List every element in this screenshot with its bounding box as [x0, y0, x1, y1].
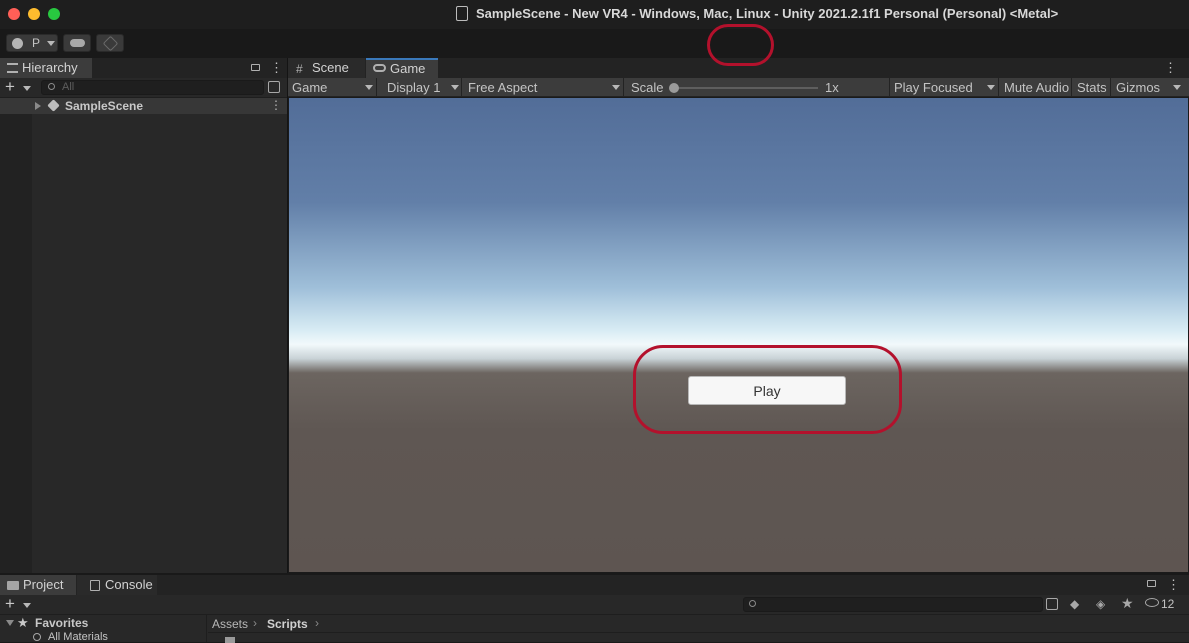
display-label: Display 1 [387, 80, 441, 95]
close-window-button[interactable] [8, 8, 20, 20]
chevron-down-icon[interactable] [23, 86, 31, 91]
account-label: P [32, 36, 41, 50]
mute-audio-toggle[interactable]: Mute Audio [1004, 78, 1069, 98]
tab-game[interactable]: Game [366, 58, 438, 78]
scale-slider-track[interactable] [674, 87, 818, 89]
tab-project[interactable]: Project [0, 575, 76, 595]
tab-project-label: Project [23, 577, 64, 592]
add-icon[interactable]: + [5, 77, 15, 97]
chevron-down-icon [612, 85, 620, 90]
window-title: SampleScene - New VR4 - Windows, Mac, Li… [476, 6, 1059, 21]
chevron-down-icon [1173, 85, 1181, 90]
list-icon [7, 63, 18, 73]
more-options-icon[interactable]: ⋮ [1167, 577, 1180, 593]
breadcrumb-scripts[interactable]: Scripts [267, 617, 308, 631]
chevron-down-icon [987, 85, 995, 90]
console-icon [90, 580, 100, 591]
scale-label: Scale [631, 80, 664, 95]
tab-console[interactable]: Console [77, 575, 157, 595]
grid-icon: # [296, 62, 303, 76]
favorites-item[interactable]: All Materials [48, 631, 108, 643]
breadcrumb-assets[interactable]: Assets [212, 617, 248, 631]
tab-hierarchy-label: Hierarchy [22, 60, 78, 75]
view-type-dropdown[interactable]: Game [288, 78, 377, 97]
breadcrumb [208, 615, 1189, 633]
hidden-count: 12 [1161, 597, 1175, 611]
type-filter-icon[interactable]: ◆ [1070, 597, 1079, 611]
aspect-label: Free Aspect [468, 80, 538, 95]
unity-scene-icon [47, 99, 60, 112]
scene-menu-icon[interactable]: ⋮ [270, 98, 282, 112]
collapse-icon[interactable] [6, 620, 14, 626]
project-panel: Project Console ⋮ + ◆ ◈ ★ 12 ★ Favorites… [0, 575, 1189, 643]
hierarchy-panel: Hierarchy ⋮ + All SampleScene ⋮ [0, 58, 287, 573]
label-filter-icon[interactable]: ◈ [1096, 597, 1105, 611]
search-icon [749, 600, 756, 607]
visibility-gutter [0, 99, 32, 573]
aspect-dropdown[interactable]: Free Aspect [463, 78, 624, 97]
view-type-label: Game [292, 80, 328, 95]
search-icon [48, 83, 55, 90]
play-mode-dropdown[interactable]: Play Focused [889, 78, 999, 97]
add-icon[interactable]: + [5, 594, 15, 614]
lock-icon[interactable] [1147, 580, 1156, 587]
maximize-window-button[interactable] [48, 8, 60, 20]
scene-name: SampleScene [65, 99, 144, 113]
highlight-ring-play [707, 24, 774, 66]
more-options-icon[interactable]: ⋮ [270, 60, 283, 76]
collab-icon [102, 35, 119, 52]
game-viewport[interactable] [288, 97, 1189, 573]
hidden-eye-icon[interactable] [1145, 598, 1159, 607]
folder-icon [7, 581, 19, 590]
document-icon [456, 6, 468, 21]
tab-hierarchy[interactable]: Hierarchy [0, 58, 92, 78]
gizmos-label: Gizmos [1116, 80, 1161, 95]
gizmos-dropdown[interactable]: Gizmos [1111, 78, 1189, 97]
chevron-down-icon[interactable] [23, 603, 31, 608]
chevron-right-icon: › [253, 616, 257, 630]
tab-console-label: Console [105, 577, 153, 592]
search-placeholder: All [62, 81, 75, 93]
project-search-input[interactable] [743, 597, 1043, 612]
scale-value: 1x [825, 80, 839, 95]
search-scope-icon[interactable] [1046, 598, 1058, 610]
hierarchy-search-input[interactable]: All [41, 80, 264, 95]
account-icon [12, 38, 23, 49]
more-options-icon[interactable]: ⋮ [1164, 60, 1177, 76]
highlight-ring-game-button [633, 345, 902, 434]
expand-icon[interactable] [35, 102, 41, 110]
toolbar-divider [1071, 78, 1072, 97]
tab-game-label: Game [390, 61, 426, 76]
chevron-down-icon [451, 85, 459, 90]
scene-visibility-icon[interactable] [268, 81, 280, 93]
lock-icon[interactable] [251, 64, 260, 71]
tab-scene-label: Scene [312, 60, 349, 75]
cloud-icon [70, 39, 85, 47]
gamepad-icon [373, 64, 386, 72]
account-dropdown[interactable]: P [6, 34, 58, 52]
scale-slider-thumb[interactable] [669, 83, 679, 93]
favorite-star-icon[interactable]: ★ [1121, 595, 1134, 612]
stats-toggle[interactable]: Stats [1077, 78, 1107, 98]
script-file-icon[interactable] [225, 637, 235, 643]
chevron-right-icon: › [315, 616, 319, 630]
title-bar: SampleScene - New VR4 - Windows, Mac, Li… [0, 0, 1189, 29]
display-dropdown[interactable]: Display 1 [378, 78, 462, 97]
star-icon: ★ [17, 615, 29, 630]
project-tab-strip [0, 575, 1189, 595]
chevron-down-icon [47, 41, 55, 46]
main-toolbar: P [0, 29, 1189, 82]
scene-row[interactable]: SampleScene ⋮ [0, 98, 287, 114]
cloud-button[interactable] [63, 34, 91, 52]
search-icon [33, 633, 41, 641]
minimize-window-button[interactable] [28, 8, 40, 20]
play-mode-label: Play Focused [894, 80, 973, 95]
collab-button[interactable] [96, 34, 124, 52]
tab-scene[interactable]: # Scene [288, 58, 365, 78]
chevron-down-icon [365, 85, 373, 90]
favorites-label: Favorites [35, 616, 89, 630]
